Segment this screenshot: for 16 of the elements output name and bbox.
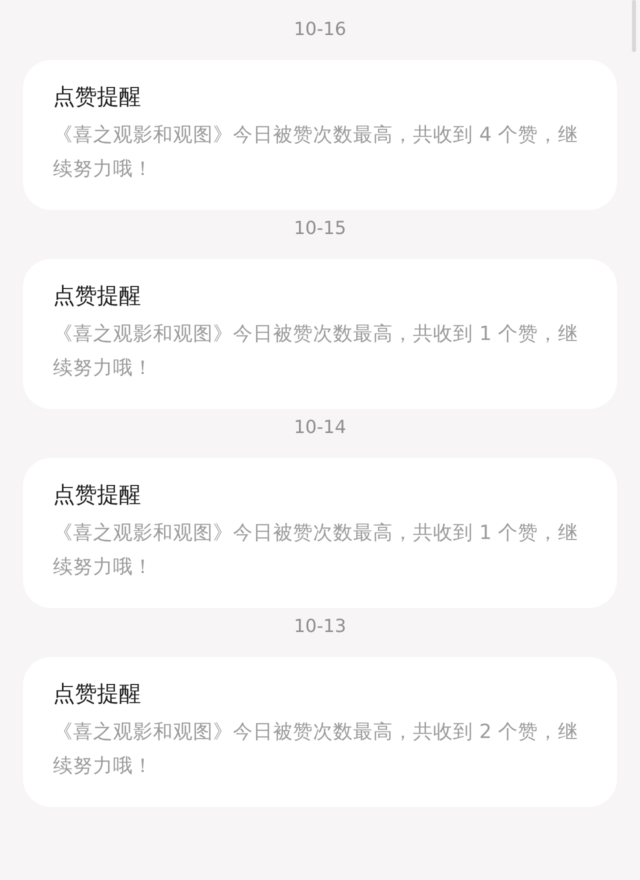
notification-message: 《喜之观影和观图》今日被赞次数最高，共收到 1 个赞，继续努力哦！: [53, 520, 578, 580]
notification-card[interactable]: 点赞提醒 《喜之观影和观图》今日被赞次数最高，共收到 2 个赞，继续努力哦！: [23, 657, 617, 807]
notification-card[interactable]: 点赞提醒 《喜之观影和观图》今日被赞次数最高，共收到 1 个赞，继续努力哦！: [23, 458, 617, 608]
notification-title: 点赞提醒: [53, 482, 142, 510]
date-label: 10-13: [294, 615, 346, 639]
date-label: 10-16: [294, 18, 346, 42]
notification-title: 点赞提醒: [53, 84, 142, 112]
date-label: 10-14: [294, 416, 346, 440]
notification-title: 点赞提醒: [53, 283, 142, 311]
date-label: 10-15: [294, 217, 346, 241]
notification-message: 《喜之观影和观图》今日被赞次数最高，共收到 2 个赞，继续努力哦！: [53, 719, 578, 779]
notification-message: 《喜之观影和观图》今日被赞次数最高，共收到 4 个赞，继续努力哦！: [53, 122, 578, 182]
notification-card[interactable]: 点赞提醒 《喜之观影和观图》今日被赞次数最高，共收到 4 个赞，继续努力哦！: [23, 60, 617, 210]
notification-card[interactable]: 点赞提醒 《喜之观影和观图》今日被赞次数最高，共收到 1 个赞，继续努力哦！: [23, 259, 617, 409]
notification-title: 点赞提醒: [53, 681, 142, 709]
notification-message: 《喜之观影和观图》今日被赞次数最高，共收到 1 个赞，继续努力哦！: [53, 321, 578, 381]
